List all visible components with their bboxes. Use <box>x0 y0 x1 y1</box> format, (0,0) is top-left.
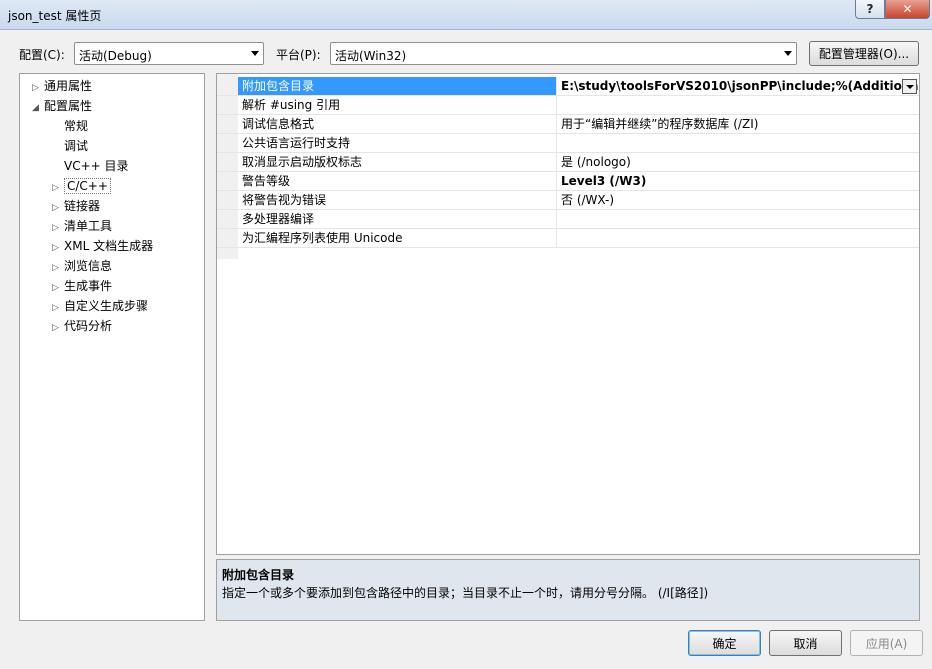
tree-item-general[interactable]: 常规 <box>52 116 88 136</box>
property-value[interactable]: E:\study\toolsForVS2010\jsonPP\include;%… <box>558 77 919 95</box>
expand-icon[interactable]: ▷ <box>52 258 64 278</box>
expand-icon[interactable]: ▷ <box>52 298 64 318</box>
tree-item-label: C/C++ <box>64 178 111 194</box>
apply-label: 应用(A) <box>865 636 908 651</box>
collapse-icon[interactable]: ◢ <box>32 98 44 118</box>
tree-item-label: 调试 <box>64 139 89 153</box>
platform-select[interactable]: 活动(Win32) <box>330 42 797 65</box>
expand-icon[interactable]: ▷ <box>52 198 64 218</box>
description-pane: 附加包含目录 指定一个或多个要添加到包含路径中的目录；当目录不止一个时，请用分号… <box>216 559 920 621</box>
property-name: 将警告视为错误 <box>238 191 557 209</box>
tree-item-label: 链接器 <box>64 199 101 213</box>
expand-icon[interactable]: ▷ <box>52 318 64 338</box>
property-name: 解析 #using 引用 <box>238 96 557 114</box>
config-manager-label: 配置管理器(O)... <box>818 47 910 61</box>
property-row[interactable]: 为汇编程序列表使用 Unicode <box>217 229 919 248</box>
close-icon: ✕ <box>902 2 913 16</box>
tree-item-manifest-tool[interactable]: ▷ 清单工具 <box>52 216 112 236</box>
property-value[interactable]: 是 (/nologo) <box>558 153 919 171</box>
cancel-button[interactable]: 取消 <box>769 630 842 656</box>
property-name: 公共语言运行时支持 <box>238 134 557 152</box>
tree-item-label: 代码分析 <box>64 319 113 333</box>
property-name: 为汇编程序列表使用 Unicode <box>238 229 557 247</box>
property-row[interactable]: 解析 #using 引用 <box>217 96 919 115</box>
config-select[interactable]: 活动(Debug) <box>74 42 264 65</box>
platform-value: 活动(Win32) <box>335 49 407 63</box>
window-title: json_test 属性页 <box>8 9 102 23</box>
tree-item-common-properties[interactable]: ▷ 通用属性 <box>32 76 92 96</box>
tree-item-xml-doc-generator[interactable]: ▷ XML 文档生成器 <box>52 236 153 256</box>
property-tree: ▷ 通用属性 ◢ 配置属性 常规 调试 VC++ 目录 ▷ C/C++ ▷ 链接器 ▷ 清… <box>19 73 205 621</box>
property-row[interactable]: 附加包含目录 E:\study\toolsForVS2010\jsonPP\in… <box>217 77 919 96</box>
expand-icon[interactable]: ▷ <box>52 238 64 258</box>
tree-item-build-events[interactable]: ▷ 生成事件 <box>52 276 112 296</box>
help-button[interactable]: ? <box>855 0 885 19</box>
property-row[interactable]: 取消显示启动版权标志 是 (/nologo) <box>217 153 919 172</box>
tree-item-linker[interactable]: ▷ 链接器 <box>52 196 100 216</box>
tree-item-cpp[interactable]: ▷ C/C++ <box>52 176 111 196</box>
property-name: 调试信息格式 <box>238 115 557 133</box>
property-row[interactable]: 调试信息格式 用于“编辑并继续”的程序数据库 (/ZI) <box>217 115 919 134</box>
property-name: 取消显示启动版权标志 <box>238 153 557 171</box>
chevron-down-icon[interactable] <box>902 79 917 94</box>
chevron-down-icon <box>784 51 792 56</box>
property-name: 多处理器编译 <box>238 210 557 228</box>
config-manager-button[interactable]: 配置管理器(O)... <box>809 41 919 66</box>
tree-item-debugging[interactable]: 调试 <box>52 136 88 156</box>
tree-item-custom-build-step[interactable]: ▷ 自定义生成步骤 <box>52 296 148 316</box>
expand-icon[interactable]: ▷ <box>52 178 64 198</box>
apply-button[interactable]: 应用(A) <box>850 630 923 656</box>
property-row[interactable]: 多处理器编译 <box>217 210 919 229</box>
tree-item-label: 自定义生成步骤 <box>64 299 149 313</box>
platform-label: 平台(P): <box>276 48 321 62</box>
tree-item-label: 浏览信息 <box>64 259 113 273</box>
tree-item-label: 生成事件 <box>64 279 113 293</box>
tree-item-vc-directories[interactable]: VC++ 目录 <box>52 156 129 176</box>
help-icon: ? <box>866 2 874 16</box>
property-name: 附加包含目录 <box>238 77 557 95</box>
tree-item-label: 通用属性 <box>44 79 93 93</box>
ok-label: 确定 <box>712 636 737 651</box>
description-title: 附加包含目录 <box>222 568 295 582</box>
property-value[interactable] <box>558 229 919 247</box>
config-value: 活动(Debug) <box>79 49 152 63</box>
property-row[interactable]: 公共语言运行时支持 <box>217 134 919 153</box>
property-grid: 附加包含目录 E:\study\toolsForVS2010\jsonPP\in… <box>216 73 920 555</box>
property-name: 警告等级 <box>238 172 557 190</box>
expand-icon[interactable]: ▷ <box>32 78 44 98</box>
tree-item-code-analysis[interactable]: ▷ 代码分析 <box>52 316 112 336</box>
chevron-down-icon <box>251 51 259 56</box>
cancel-label: 取消 <box>793 636 818 651</box>
expand-icon[interactable]: ▷ <box>52 278 64 298</box>
property-value[interactable]: 用于“编辑并继续”的程序数据库 (/ZI) <box>558 115 919 133</box>
property-value[interactable]: Level3 (/W3) <box>558 172 919 190</box>
expand-icon[interactable]: ▷ <box>52 218 64 238</box>
title-bar: json_test 属性页 ? ✕ <box>0 0 932 30</box>
config-label: 配置(C): <box>19 48 65 62</box>
description-text: 指定一个或多个要添加到包含路径中的目录；当目录不止一个时，请用分号分隔。 (/I… <box>222 586 709 600</box>
tree-item-label: 配置属性 <box>44 99 93 113</box>
tree-item-label: XML 文档生成器 <box>64 239 154 253</box>
property-value[interactable] <box>558 210 919 228</box>
property-row[interactable]: 警告等级 Level3 (/W3) <box>217 172 919 191</box>
property-value[interactable] <box>558 134 919 152</box>
property-value[interactable] <box>558 96 919 114</box>
tree-item-label: VC++ 目录 <box>64 159 129 173</box>
close-button[interactable]: ✕ <box>885 0 930 19</box>
tree-item-browse-information[interactable]: ▷ 浏览信息 <box>52 256 112 276</box>
ok-button[interactable]: 确定 <box>688 630 761 656</box>
property-value[interactable]: 否 (/WX-) <box>558 191 919 209</box>
tree-item-label: 清单工具 <box>64 219 113 233</box>
configuration-bar: 配置(C): 活动(Debug) 平台(P): 活动(Win32) 配置管理器(… <box>0 41 932 67</box>
tree-item-label: 常规 <box>64 119 89 133</box>
tree-item-configuration-properties[interactable]: ◢ 配置属性 <box>32 96 92 116</box>
property-row[interactable]: 将警告视为错误 否 (/WX-) <box>217 191 919 210</box>
